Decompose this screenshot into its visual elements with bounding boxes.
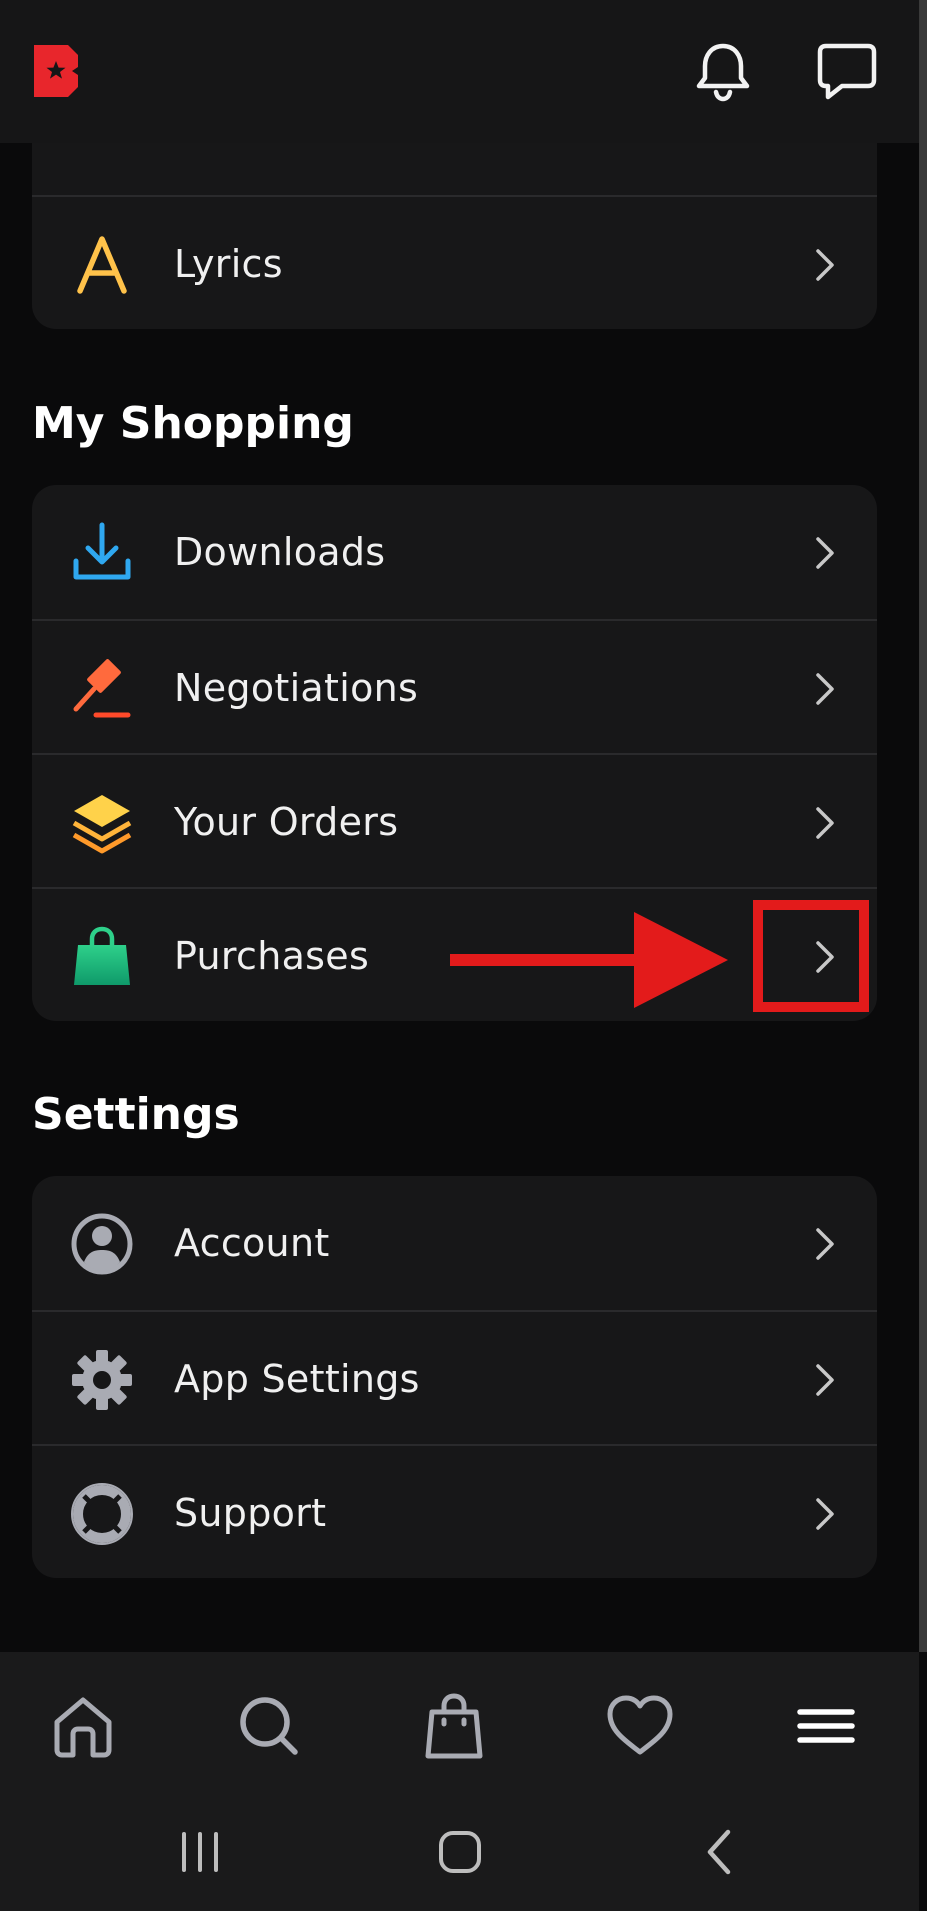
list-item-app-settings[interactable]: App Settings: [32, 1310, 877, 1444]
chevron-right-icon: [816, 1498, 834, 1530]
system-nav-bar: [0, 1800, 919, 1911]
section-title-my-shopping: My Shopping: [32, 398, 354, 449]
recent-apps-icon[interactable]: [170, 1822, 230, 1882]
heart-icon[interactable]: [604, 1690, 676, 1762]
chat-icon[interactable]: [814, 38, 880, 104]
back-icon[interactable]: [690, 1822, 750, 1882]
search-icon[interactable]: [233, 1690, 305, 1762]
list-item-negotiations[interactable]: Negotiations: [32, 619, 877, 753]
beatstars-logo[interactable]: [34, 45, 80, 97]
bottom-nav: [0, 1652, 919, 1800]
chevron-right-icon: [816, 1364, 834, 1396]
item-label: Lyrics: [174, 242, 283, 286]
list-item-support[interactable]: Support: [32, 1444, 877, 1578]
home-icon[interactable]: [47, 1690, 119, 1762]
settings-card: Account App Settings Support: [32, 1176, 877, 1578]
scrollbar[interactable]: [919, 0, 927, 1652]
bell-icon[interactable]: [690, 38, 756, 104]
gavel-icon: [73, 659, 131, 718]
layers-icon: [72, 795, 132, 854]
lifebuoy-icon: [71, 1483, 133, 1545]
item-label: Downloads: [174, 530, 386, 574]
item-label: Negotiations: [174, 666, 419, 710]
gear-icon: [72, 1350, 132, 1410]
item-label: Your Orders: [174, 800, 399, 844]
item-label: App Settings: [174, 1357, 420, 1401]
chevron-right-icon: [816, 537, 834, 569]
list-item-account[interactable]: Account: [32, 1176, 877, 1310]
annotation-highlight-box: [753, 900, 869, 1012]
chevron-right-icon: [816, 249, 834, 281]
list-item-downloads[interactable]: Downloads: [32, 485, 877, 619]
item-label: Purchases: [174, 934, 370, 978]
annotation-arrow-icon: [450, 912, 728, 1008]
lyrics-icon: [77, 236, 127, 294]
menu-icon[interactable]: [790, 1690, 862, 1762]
chevron-right-icon: [816, 1228, 834, 1260]
chevron-right-icon: [816, 673, 834, 705]
chevron-right-icon: [816, 807, 834, 839]
list-item-your-orders[interactable]: Your Orders: [32, 753, 877, 887]
top-bar: [0, 0, 919, 143]
item-label: Account: [174, 1221, 330, 1265]
item-label: Support: [174, 1491, 327, 1535]
list-item-lyrics[interactable]: Lyrics: [32, 195, 877, 329]
home-button-icon[interactable]: [430, 1822, 490, 1882]
app-screen: Lyrics My Shopping Downloads Negotiation…: [0, 0, 927, 1911]
bag-icon[interactable]: [418, 1690, 490, 1762]
section-title-settings: Settings: [32, 1089, 240, 1140]
shopping-bag-icon: [74, 926, 130, 985]
user-circle-icon: [71, 1213, 133, 1275]
download-icon: [73, 522, 131, 580]
